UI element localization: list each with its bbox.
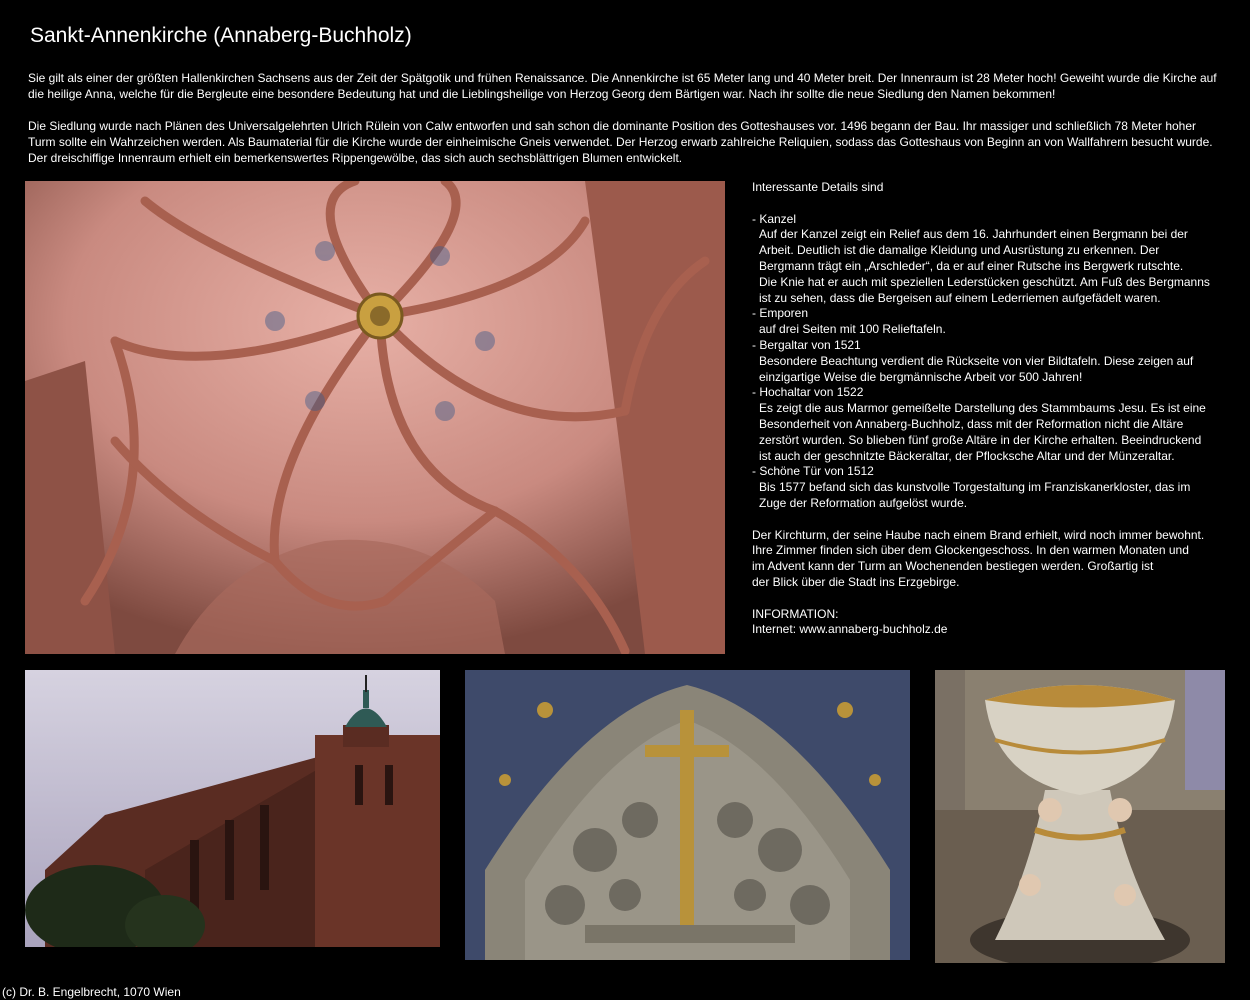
relief-photo-image xyxy=(465,670,910,960)
detail-item-line: Die Knie hat er auch mit speziellen Lede… xyxy=(759,274,1210,289)
exterior-photo-image xyxy=(25,670,440,947)
details-text: Interessante Details sind - Kanzel Auf d… xyxy=(752,180,1222,638)
detail-item-line: Besondere Beachtung verdient die Rücksei… xyxy=(759,353,1194,368)
detail-item-line: Arbeit. Deutlich ist die damalige Kleidu… xyxy=(759,243,1160,258)
intro-paragraph: Sie gilt als einer der größten Hallenkir… xyxy=(28,71,1217,101)
relief-photo xyxy=(465,670,910,960)
exterior-photo xyxy=(25,670,440,947)
detail-item-line: einzigartige Weise die bergmännische Arb… xyxy=(759,369,1083,384)
detail-item-head: - Emporen xyxy=(752,306,809,321)
detail-item-line: Besonderheit von Annaberg-Buchholz, dass… xyxy=(759,416,1184,431)
detail-item-head: - Hochaltar von 1522 xyxy=(752,385,864,400)
detail-item-head: - Bergaltar von 1521 xyxy=(752,337,861,352)
page-title: Sankt-Annenkirche (Annaberg-Buchholz) xyxy=(30,24,412,47)
intro-text: Sie gilt als einer der größten Hallenkir… xyxy=(28,70,1223,182)
detail-item-head: - Kanzel xyxy=(752,211,797,226)
info-internet-link[interactable]: Internet: www.annaberg-buchholz.de xyxy=(752,622,1222,638)
details-heading: Interessante Details sind xyxy=(752,180,884,194)
copyright-footer: (c) Dr. B. Engelbrecht, 1070 Wien xyxy=(2,985,181,999)
tower-text-line: der Blick über die Stadt ins Erzgebirge. xyxy=(752,574,960,589)
detail-item-line: Es zeigt die aus Marmor gemeißelte Darst… xyxy=(759,401,1206,416)
tower-text-line: Ihre Zimmer finden sich über dem Glocken… xyxy=(752,543,1189,558)
detail-item-line: Bis 1577 befand sich das kunstvolle Torg… xyxy=(759,480,1191,495)
vault-photo xyxy=(25,181,725,654)
font-photo xyxy=(935,670,1225,963)
detail-item-line: auf drei Seiten mit 100 Relieftafeln. xyxy=(759,322,946,337)
intro-paragraph: Die Siedlung wurde nach Plänen des Unive… xyxy=(28,119,1213,165)
detail-item-head: - Schöne Tür von 1512 xyxy=(752,464,874,479)
vault-photo-image xyxy=(25,181,725,654)
detail-item-line: Bergmann trägt ein „Arschleder“, da er a… xyxy=(759,258,1184,273)
font-photo-image xyxy=(935,670,1225,963)
tower-text-line: im Advent kann der Turm an Wochenenden b… xyxy=(752,559,1154,574)
detail-item-line: Auf der Kanzel zeigt ein Relief aus dem … xyxy=(759,227,1188,242)
detail-item-line: Zuge der Reformation aufgelöst wurde. xyxy=(759,495,968,510)
tower-text-line: Der Kirchturm, der seine Haube nach eine… xyxy=(752,527,1205,542)
info-label: INFORMATION: xyxy=(752,606,839,621)
detail-item-line: ist zu sehen, dass die Bergeisen auf ein… xyxy=(759,290,1161,305)
detail-item-line: zerstört wurden. So blieben fünf große A… xyxy=(759,432,1202,447)
detail-item-line: ist auch der geschnitzte Bäckeraltar, de… xyxy=(759,448,1175,463)
